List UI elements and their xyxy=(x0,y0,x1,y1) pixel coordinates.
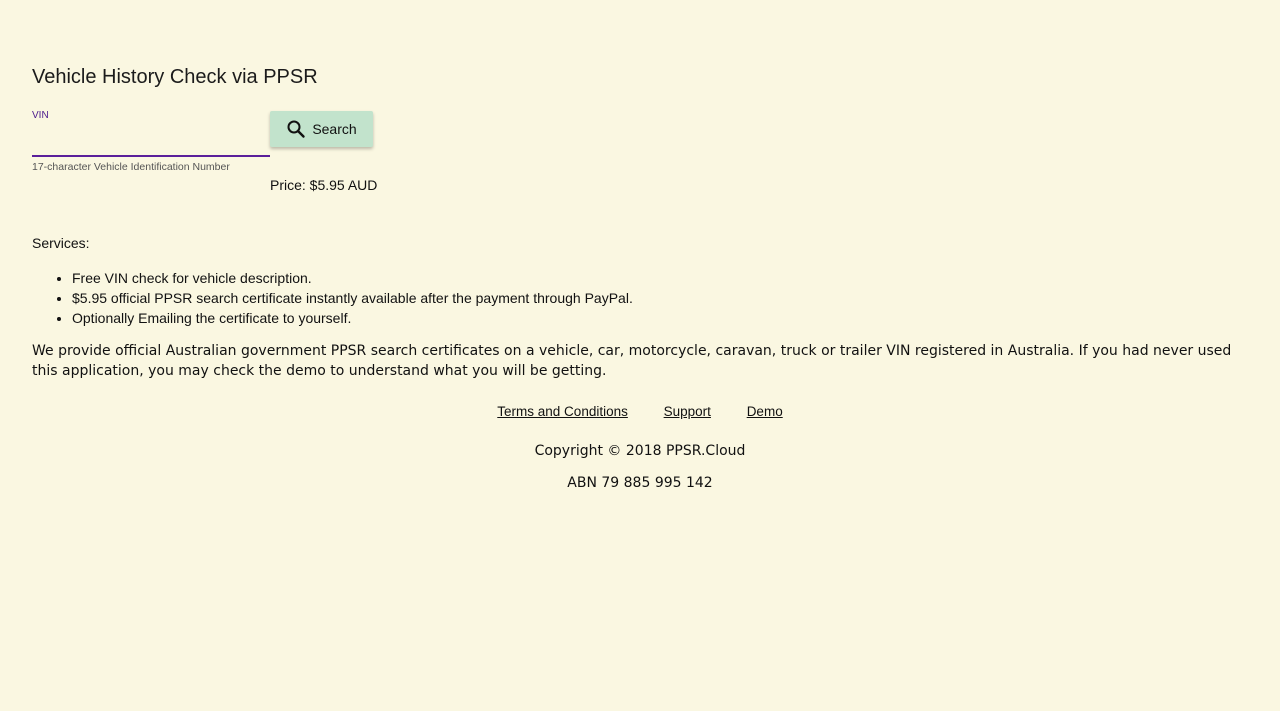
vin-input[interactable] xyxy=(32,126,270,157)
search-button[interactable]: Search xyxy=(270,111,373,147)
service-item-certificate: $5.95 official PPSR search certificate i… xyxy=(72,288,633,308)
price-text: Price: $5.95 AUD xyxy=(270,177,378,193)
footer-links: Terms and Conditions Support Demo xyxy=(32,404,1248,419)
service-item-free-vin: Free VIN check for vehicle description. xyxy=(72,268,633,288)
search-button-label: Search xyxy=(312,121,357,137)
abn-text: ABN 79 885 995 142 xyxy=(567,475,713,491)
services-title: Services: xyxy=(32,235,90,251)
copyright-text: Copyright © 2018 PPSR.Cloud xyxy=(534,443,746,459)
page-title: Vehicle History Check via PPSR xyxy=(32,66,318,88)
vin-field: VIN 17-character Vehicle Identification … xyxy=(32,106,270,178)
vin-label: VIN xyxy=(32,110,49,121)
search-icon xyxy=(286,119,306,139)
demo-link[interactable]: Demo xyxy=(747,404,783,419)
services-list: Free VIN check for vehicle description. … xyxy=(32,268,633,328)
terms-link[interactable]: Terms and Conditions xyxy=(497,404,628,419)
service-description: We provide official Australian governmen… xyxy=(32,343,1232,379)
support-link[interactable]: Support xyxy=(664,404,711,419)
vin-help-text: 17-character Vehicle Identification Numb… xyxy=(32,161,230,173)
service-item-email: Optionally Emailing the certificate to y… xyxy=(72,308,633,328)
